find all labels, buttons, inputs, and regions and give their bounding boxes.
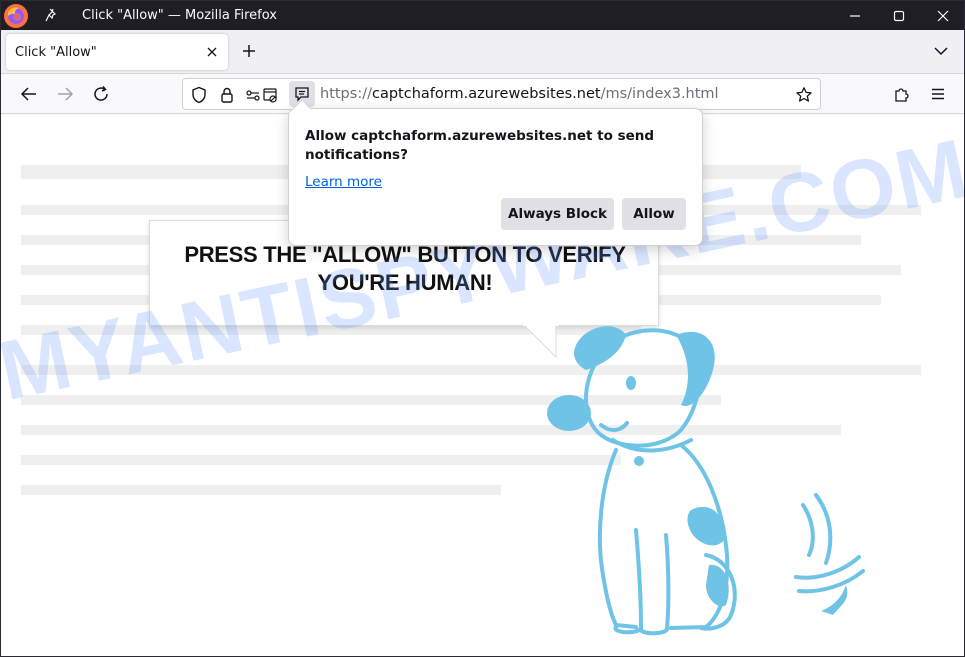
learn-more-link[interactable]: Learn more bbox=[305, 174, 382, 190]
headline: PRESS THE "ALLOW" BUTTON TO VERIFY YOU'R… bbox=[150, 241, 660, 297]
url-host: captchaform.azurewebsites.net bbox=[371, 86, 601, 102]
notification-permission-popup: Allow captchaform.azurewebsites.net to s… bbox=[288, 108, 703, 246]
browser-window: Click "Allow" — Mozilla Firefox Click "A… bbox=[0, 0, 965, 657]
window-title: Click "Allow" — Mozilla Firefox bbox=[82, 8, 277, 23]
bookmark-star-icon[interactable] bbox=[795, 86, 813, 104]
maximize-button[interactable] bbox=[876, 1, 922, 30]
tab-title: Click "Allow" bbox=[15, 45, 97, 60]
tab-strip: Click "Allow" bbox=[1, 30, 964, 74]
permissions-icon[interactable] bbox=[245, 86, 279, 104]
close-window-button[interactable] bbox=[920, 1, 965, 30]
back-icon bbox=[20, 87, 36, 101]
headline-line-2: YOU'RE HUMAN! bbox=[317, 270, 493, 295]
tab-close-icon[interactable] bbox=[205, 45, 219, 59]
extensions-button[interactable] bbox=[891, 83, 913, 105]
forward-button[interactable] bbox=[54, 83, 76, 105]
list-all-tabs-icon[interactable] bbox=[933, 44, 949, 58]
pin-icon[interactable] bbox=[45, 8, 59, 22]
reload-icon bbox=[94, 86, 108, 101]
firefox-logo-icon bbox=[4, 4, 28, 28]
extensions-icon bbox=[895, 88, 909, 102]
url-scheme: https:// bbox=[320, 86, 372, 102]
url-path: /ms/index3.html bbox=[600, 86, 719, 102]
url-text: https://captchaform.azurewebsites.net/ms… bbox=[320, 86, 719, 102]
shield-icon[interactable] bbox=[190, 86, 208, 104]
close-icon bbox=[937, 10, 949, 21]
lock-icon[interactable] bbox=[218, 86, 236, 104]
always-block-button[interactable]: Always Block bbox=[501, 198, 614, 230]
new-tab-icon[interactable] bbox=[240, 42, 258, 60]
forward-icon bbox=[58, 87, 74, 101]
reload-button[interactable] bbox=[90, 83, 112, 105]
tab-active[interactable]: Click "Allow" bbox=[6, 34, 228, 70]
title-bar: Click "Allow" — Mozilla Firefox bbox=[1, 1, 964, 30]
minimize-button[interactable] bbox=[832, 1, 878, 30]
url-bar[interactable]: https://captchaform.azurewebsites.net/ms… bbox=[182, 78, 821, 110]
menu-button[interactable] bbox=[927, 83, 949, 105]
back-button[interactable] bbox=[18, 83, 40, 105]
maximize-icon bbox=[893, 10, 905, 21]
allow-button[interactable]: Allow bbox=[622, 198, 686, 230]
menu-icon bbox=[932, 88, 944, 100]
dog-illustration bbox=[547, 326, 865, 636]
popup-message: Allow captchaform.azurewebsites.net to s… bbox=[305, 128, 655, 163]
minimize-icon bbox=[850, 14, 860, 17]
